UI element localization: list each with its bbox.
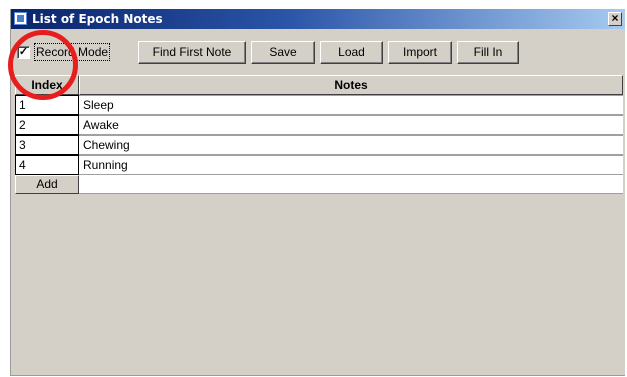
table-header: Index Notes	[15, 75, 623, 95]
fill-in-button[interactable]: Fill In	[457, 41, 519, 64]
add-button[interactable]: Add	[15, 175, 79, 194]
index-cell[interactable]: 1	[15, 95, 79, 115]
import-button[interactable]: Import	[388, 41, 452, 64]
table-row[interactable]: 4 Running	[15, 155, 623, 175]
checkbox-check-icon[interactable]: ✓	[17, 45, 30, 59]
note-cell[interactable]: Running	[79, 155, 623, 175]
index-cell[interactable]: 4	[15, 155, 79, 175]
notes-table: Index Notes 1 Sleep 2 Awake 3 Chewing 4 …	[15, 75, 623, 194]
note-cell[interactable]: Chewing	[79, 135, 623, 155]
note-cell[interactable]: Sleep	[79, 95, 623, 115]
add-row-blank	[79, 175, 623, 194]
index-cell[interactable]: 3	[15, 135, 79, 155]
save-button[interactable]: Save	[251, 41, 315, 64]
table-row[interactable]: 1 Sleep	[15, 95, 623, 115]
epoch-notes-window: List of Epoch Notes × ✓ Record Mode Find…	[10, 9, 625, 376]
table-row[interactable]: 3 Chewing	[15, 135, 623, 155]
column-header-index[interactable]: Index	[15, 75, 79, 95]
window-title: List of Epoch Notes	[32, 12, 163, 26]
note-cell[interactable]: Awake	[79, 115, 623, 135]
column-header-notes[interactable]: Notes	[79, 75, 623, 95]
add-row: Add	[15, 175, 623, 194]
record-mode-checkbox[interactable]: ✓ Record Mode	[17, 41, 111, 63]
title-bar[interactable]: List of Epoch Notes ×	[11, 9, 625, 29]
record-mode-label[interactable]: Record Mode	[33, 43, 111, 61]
app-icon	[14, 12, 27, 25]
index-cell[interactable]: 2	[15, 115, 79, 135]
toolbar: ✓ Record Mode Find First Note Save Load …	[11, 36, 625, 70]
table-row[interactable]: 2 Awake	[15, 115, 623, 135]
close-button[interactable]: ×	[608, 12, 622, 26]
close-icon: ×	[611, 11, 619, 25]
load-button[interactable]: Load	[320, 41, 383, 64]
find-first-note-button[interactable]: Find First Note	[138, 41, 246, 64]
